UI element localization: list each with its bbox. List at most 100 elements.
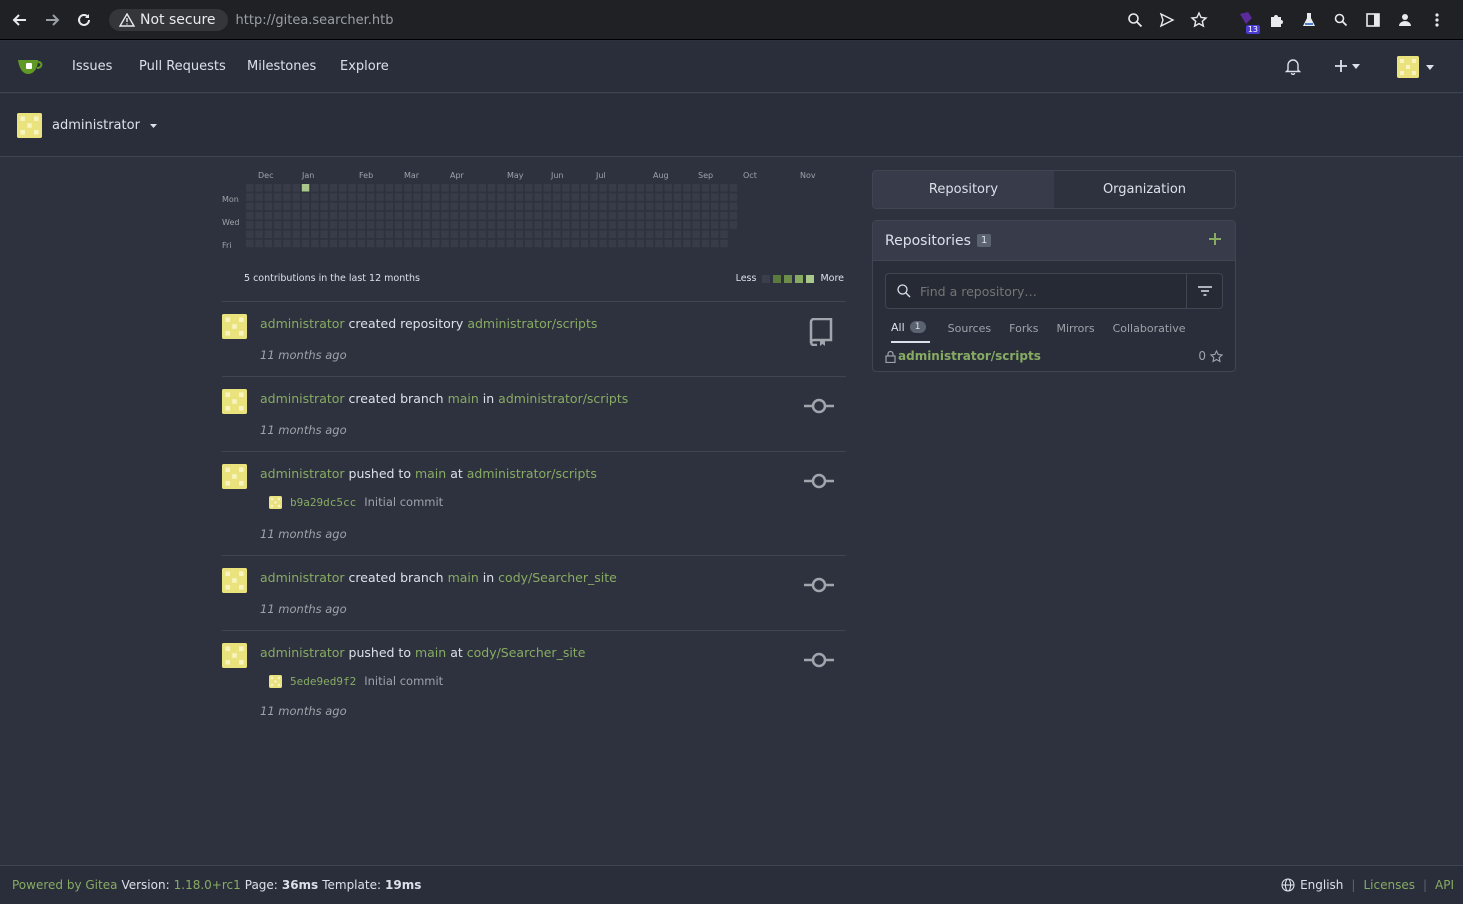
commit-sha-link[interactable]: b9a29dc5cc bbox=[290, 496, 356, 509]
avatar[interactable] bbox=[222, 464, 247, 489]
feed-user-link[interactable]: administrator bbox=[260, 466, 345, 481]
flask-icon[interactable] bbox=[1299, 10, 1319, 30]
feed-repo-link[interactable]: cody/Searcher_site bbox=[498, 570, 617, 585]
heatmap-cell bbox=[543, 221, 552, 229]
commit-sha-link[interactable]: 5ede9ed9f2 bbox=[290, 675, 356, 688]
add-repo-icon[interactable] bbox=[1209, 233, 1221, 245]
heatmap-cell bbox=[283, 184, 291, 192]
heatmap-cell bbox=[385, 211, 393, 220]
heatmap-cell bbox=[590, 202, 598, 211]
heatmap-cell bbox=[599, 202, 607, 211]
heatmap-cell bbox=[599, 184, 607, 192]
month-label: Jan bbox=[302, 171, 315, 180]
heatmap-cell bbox=[441, 184, 449, 192]
search-icon[interactable] bbox=[1331, 10, 1351, 30]
reload-icon[interactable] bbox=[74, 10, 94, 30]
send-icon[interactable] bbox=[1157, 10, 1177, 30]
avatar[interactable] bbox=[222, 314, 247, 339]
feed-text: administrator created branch main in cod… bbox=[260, 570, 617, 585]
tab-organization[interactable]: Organization bbox=[1054, 171, 1235, 208]
filter-button[interactable] bbox=[1186, 274, 1222, 308]
heatmap-cell bbox=[711, 202, 719, 211]
feed-user-link[interactable]: administrator bbox=[260, 391, 345, 406]
heatmap-cell bbox=[515, 239, 524, 248]
tab-repository[interactable]: Repository bbox=[873, 171, 1054, 208]
bookmark-star-icon[interactable] bbox=[1189, 10, 1209, 30]
heatmap-cell bbox=[571, 239, 579, 248]
feed-user-link[interactable]: administrator bbox=[260, 570, 345, 585]
feed-branch-link[interactable]: main bbox=[415, 466, 446, 481]
heatmap-cell bbox=[497, 211, 505, 220]
feed-user-link[interactable]: administrator bbox=[260, 645, 345, 660]
caret-down-icon bbox=[1426, 64, 1434, 70]
legend-swatch bbox=[773, 274, 782, 283]
page-footer: Powered by Gitea Version: 1.18.0+rc1 Pag… bbox=[0, 865, 1463, 904]
address-bar[interactable]: Not secure http://gitea.searcher.htb bbox=[107, 6, 1217, 34]
feed-user-link[interactable]: administrator bbox=[260, 316, 345, 331]
licenses-link[interactable]: Licenses bbox=[1363, 878, 1415, 892]
repo-search-input[interactable] bbox=[920, 283, 1170, 299]
subtab-collaborative[interactable]: Collaborative bbox=[1113, 317, 1186, 343]
api-link[interactable]: API bbox=[1435, 878, 1454, 892]
gitea-logo-icon[interactable] bbox=[16, 55, 44, 77]
sidepanel-icon[interactable] bbox=[1363, 10, 1383, 30]
repo-list-item[interactable]: administrator/scripts 0 bbox=[885, 345, 1223, 367]
avatar[interactable] bbox=[222, 568, 247, 593]
nav-explore[interactable]: Explore bbox=[340, 59, 389, 74]
nav-issues[interactable]: Issues bbox=[72, 59, 112, 74]
create-menu[interactable] bbox=[1334, 59, 1360, 73]
heatmap-cell bbox=[264, 230, 273, 238]
powered-by-link[interactable]: Powered by Gitea bbox=[12, 878, 117, 892]
subtab-all[interactable]: All 1 bbox=[891, 317, 930, 343]
heatmap-cell bbox=[311, 239, 319, 248]
heatmap-cell bbox=[348, 202, 356, 211]
kebab-menu-icon[interactable] bbox=[1427, 10, 1447, 30]
back-icon[interactable] bbox=[10, 10, 30, 30]
heatmap-cell bbox=[311, 230, 319, 238]
language-selector[interactable]: English bbox=[1281, 878, 1343, 892]
heatmap-cell bbox=[385, 239, 393, 248]
security-chip[interactable]: Not secure bbox=[109, 9, 228, 31]
avatar[interactable] bbox=[222, 389, 247, 414]
subtab-sources[interactable]: Sources bbox=[948, 317, 992, 343]
nav-pull-requests[interactable]: Pull Requests bbox=[139, 59, 226, 74]
profile-icon[interactable] bbox=[1395, 10, 1415, 30]
heatmap-cell bbox=[459, 202, 468, 211]
feed-repo-link[interactable]: administrator/scripts bbox=[467, 316, 597, 331]
feed-branch-link[interactable]: main bbox=[448, 391, 479, 406]
legend-swatch bbox=[784, 274, 793, 283]
heatmap-cell bbox=[422, 202, 431, 211]
heatmap-cell bbox=[608, 239, 617, 248]
heatmap-cell bbox=[320, 239, 328, 248]
heatmap-cell bbox=[320, 230, 328, 238]
repo-link[interactable]: administrator/scripts bbox=[898, 349, 1041, 363]
feed-repo-link[interactable]: administrator/scripts bbox=[498, 391, 628, 406]
puzzle-icon[interactable] bbox=[1267, 10, 1287, 30]
context-switcher[interactable]: administrator bbox=[17, 113, 157, 138]
bell-icon[interactable] bbox=[1285, 58, 1301, 75]
heatmap-cell bbox=[664, 202, 672, 211]
repo-search-box bbox=[885, 273, 1223, 309]
zoom-icon[interactable] bbox=[1125, 10, 1145, 30]
nav-milestones[interactable]: Milestones bbox=[247, 59, 316, 74]
feed-branch-link[interactable]: main bbox=[415, 645, 446, 660]
heatmap-cell bbox=[246, 211, 254, 220]
user-menu[interactable] bbox=[1397, 56, 1434, 78]
feed-repo-link[interactable]: administrator/scripts bbox=[467, 466, 597, 481]
url-text[interactable]: http://gitea.searcher.htb bbox=[236, 13, 394, 28]
version-link[interactable]: 1.18.0+rc1 bbox=[174, 878, 241, 892]
avatar[interactable] bbox=[222, 643, 247, 668]
heatmap-cell bbox=[292, 184, 300, 192]
month-label: May bbox=[507, 171, 524, 180]
subtab-forks[interactable]: Forks bbox=[1009, 317, 1038, 343]
forward-icon[interactable] bbox=[42, 10, 62, 30]
star-count: 0 bbox=[1198, 349, 1206, 363]
heatmap-cell bbox=[683, 230, 691, 238]
subtab-mirrors[interactable]: Mirrors bbox=[1056, 317, 1094, 343]
heatmap-cell bbox=[404, 221, 412, 229]
extension-icon[interactable]: 13 bbox=[1237, 10, 1260, 34]
feed-repo-link[interactable]: cody/Searcher_site bbox=[467, 645, 586, 660]
heatmap-cell bbox=[320, 221, 328, 229]
heatmap-cell bbox=[525, 239, 533, 248]
feed-branch-link[interactable]: main bbox=[448, 570, 479, 585]
